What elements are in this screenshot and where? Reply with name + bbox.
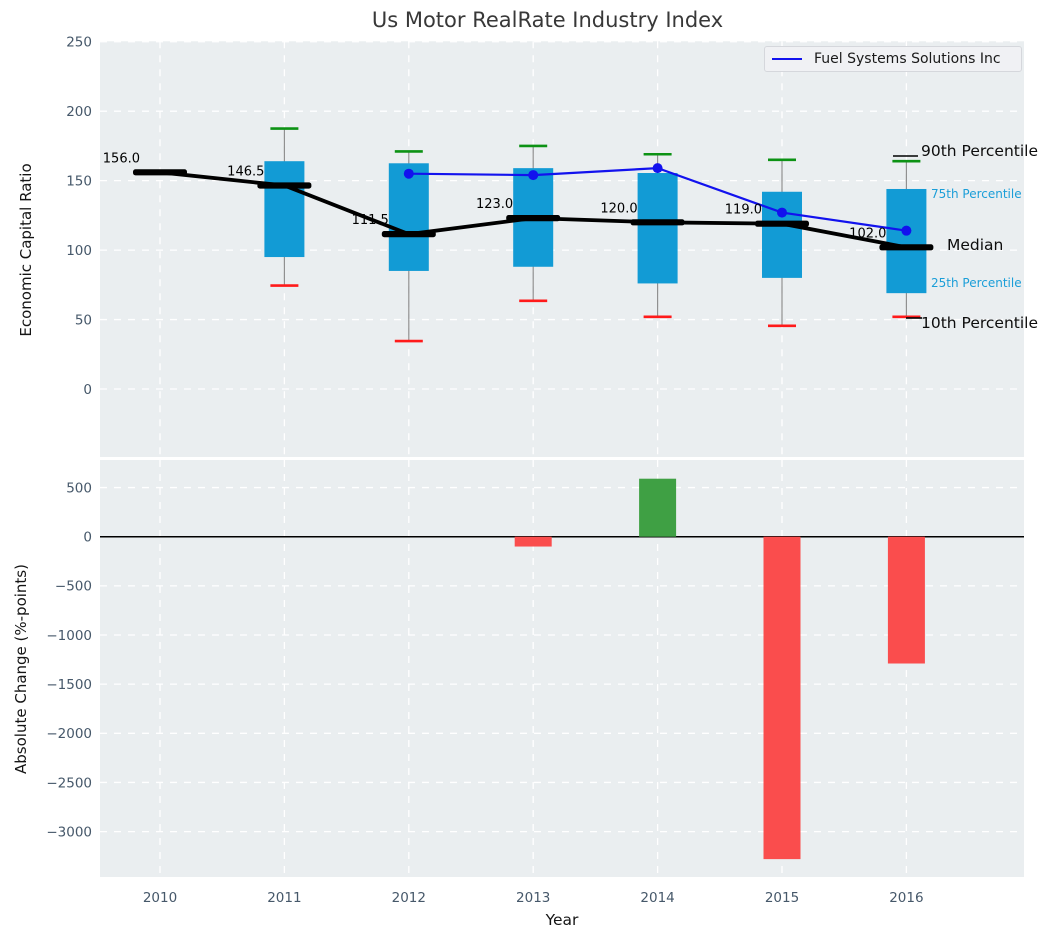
x-axis-label: Year [545,911,579,929]
svg-text:2013: 2013 [516,890,550,906]
svg-text:−1000: −1000 [46,628,92,644]
svg-text:0: 0 [83,382,92,398]
svg-text:111.5: 111.5 [352,213,389,228]
svg-text:102.0: 102.0 [849,226,886,241]
svg-text:2010: 2010 [143,890,177,906]
annotation-90th-percentile: 90th Percentile [921,142,1039,160]
svg-text:146.5: 146.5 [227,165,264,180]
y-axis-label-top: Economic Capital Ratio [17,163,35,337]
svg-text:−2500: −2500 [46,775,92,791]
svg-text:2015: 2015 [765,890,799,906]
svg-text:120.0: 120.0 [600,201,637,216]
annotation-10th-percentile: 10th Percentile [921,314,1039,332]
figure: 0 50 100 150 200 250 500 0 −500 −1000 −1500 −2000 −2… [0,0,1054,942]
svg-text:2012: 2012 [392,890,426,906]
svg-text:119.0: 119.0 [725,203,762,218]
legend-label: Fuel Systems Solutions Inc [814,51,1001,67]
svg-text:2011: 2011 [267,890,301,906]
annotation-25th-percentile: 25th Percentile [931,276,1022,290]
svg-text:500: 500 [66,480,92,496]
legend: Fuel Systems Solutions Inc [764,46,1022,72]
svg-text:−1500: −1500 [46,677,92,693]
chart-title: Us Motor RealRate Industry Index [371,8,724,32]
svg-text:250: 250 [66,35,92,51]
svg-text:−2000: −2000 [46,726,92,742]
svg-text:100: 100 [66,243,92,259]
annotation-75th-percentile: 75th Percentile [931,187,1022,201]
legend-line-sample [772,58,802,60]
svg-text:2016: 2016 [889,890,923,906]
svg-text:−3000: −3000 [46,824,92,840]
plot-canvas: 0 50 100 150 200 250 500 0 −500 −1000 −1500 −2000 −2… [46,35,1024,906]
svg-text:50: 50 [75,312,92,328]
svg-text:0: 0 [83,530,92,546]
svg-text:2014: 2014 [640,890,674,906]
svg-text:156.0: 156.0 [103,151,140,166]
svg-text:200: 200 [66,104,92,120]
svg-text:123.0: 123.0 [476,197,513,212]
svg-text:150: 150 [66,173,92,189]
y-axis-label-bottom: Absolute Change (%-points) [12,564,30,774]
annotation-median: Median [947,236,1004,254]
svg-text:−500: −500 [55,579,92,595]
